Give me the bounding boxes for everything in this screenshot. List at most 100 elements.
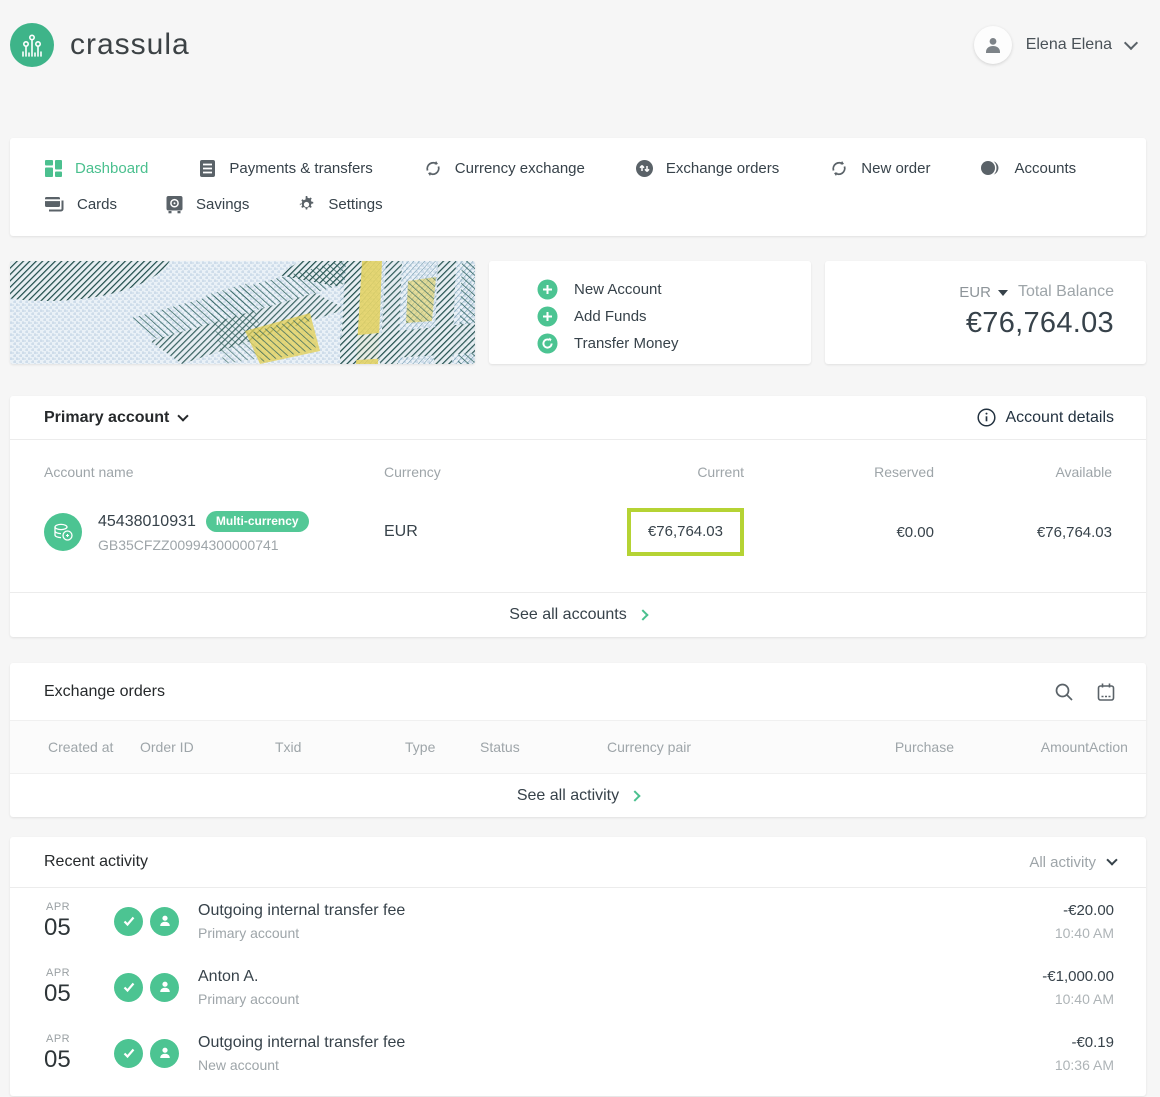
column-currency-pair: Currency pair (607, 739, 692, 755)
total-balance-card: EUR Total Balance €76,764.03 (825, 261, 1146, 364)
available-balance: €76,764.03 (1036, 523, 1112, 541)
activity-amount: -€0.19 (1071, 1033, 1114, 1051)
dashboard-page: crassula Elena Elena Dashboard Payments … (0, 0, 1160, 1096)
activity-title: Outgoing internal transfer fee (198, 1033, 406, 1051)
info-icon (977, 408, 997, 427)
transfer-money-button[interactable]: Transfer Money (537, 331, 811, 356)
nav-label: Dashboard (75, 159, 149, 177)
person-icon (150, 906, 179, 936)
person-icon (150, 972, 179, 1002)
activity-filter-dropdown[interactable]: All activity (1029, 854, 1118, 871)
nav-item-accounts[interactable]: Accounts (980, 159, 1076, 177)
nav-label: New order (861, 159, 931, 177)
action-label: Add Funds (574, 308, 647, 325)
action-label: New Account (574, 281, 662, 298)
top-header: crassula Elena Elena (0, 0, 1160, 76)
nav-label: Accounts (1014, 159, 1077, 177)
nav-label: Savings (196, 195, 250, 213)
activity-date: APR 05 (44, 902, 114, 940)
activity-time: 10:36 AM (1054, 1056, 1114, 1073)
nav-item-cards[interactable]: Cards (44, 196, 117, 213)
nav-item-settings[interactable]: Settings (297, 195, 383, 214)
see-all-accounts-link[interactable]: See all accounts (10, 592, 1146, 637)
exchange-orders-column-headers: Created at Order ID Txid Type Status Cur… (10, 720, 1146, 774)
brand-wordmark: crassula (70, 28, 190, 61)
column-type: Type (405, 739, 436, 755)
nav-item-currency-exchange[interactable]: Currency exchange (423, 159, 585, 178)
activity-row[interactable]: APR 05 Outgoing internal transfer fee Ne… (10, 1020, 1146, 1086)
exchange-orders-card: Exchange orders Created at Order ID Txid… (10, 663, 1146, 817)
calendar-icon[interactable] (1096, 682, 1116, 702)
activity-amount: -€20.00 (1063, 901, 1114, 919)
new-account-button[interactable]: New Account (537, 277, 811, 302)
column-txid: Txid (275, 739, 302, 755)
cards-icon (44, 196, 65, 213)
account-selector[interactable]: Primary account (44, 409, 190, 427)
add-funds-button[interactable]: Add Funds (537, 304, 811, 329)
nav-item-payments-transfers[interactable]: Payments & transfers (198, 159, 373, 178)
activity-day: 05 (44, 1046, 71, 1073)
column-action: Action (1089, 739, 1128, 755)
summary-row: New Account Add Funds Transfer Money EUR… (10, 261, 1146, 364)
plus-circle-icon (537, 306, 558, 327)
activity-month: APR (46, 1033, 71, 1045)
banknote-banner-image (10, 261, 475, 364)
brand-logo[interactable]: crassula (10, 23, 190, 67)
accounts-circles-icon (980, 159, 1002, 177)
nav-label: Settings (328, 195, 383, 213)
activity-month: APR (46, 901, 71, 913)
see-all-activity-label: See all activity (516, 786, 620, 804)
account-currency: EUR (384, 523, 418, 540)
chevron-right-icon (629, 789, 641, 802)
activity-time: 10:40 AM (1054, 924, 1114, 941)
activity-amount: -€1,000.00 (1042, 967, 1114, 985)
nav-item-savings[interactable]: Savings (165, 195, 249, 214)
column-header-current: Current (697, 464, 744, 480)
transfer-circle-icon (537, 333, 558, 354)
account-row[interactable]: 45438010931 Multi-currency GB35CFZZ00994… (44, 508, 1112, 556)
nav-row-1: Dashboard Payments & transfers Currency … (44, 150, 1112, 186)
user-menu[interactable]: Elena Elena (973, 26, 1139, 64)
activity-title: Anton A. (198, 967, 259, 985)
current-balance-highlight: €76,764.03 (626, 508, 744, 556)
exchange-orders-title: Exchange orders (44, 682, 165, 700)
status-check-icon (114, 972, 143, 1002)
plus-circle-icon (537, 279, 558, 300)
column-header-account-name: Account name (44, 464, 134, 480)
safe-icon (165, 195, 184, 214)
recent-activity-card: Recent activity All activity APR 05 Outg… (10, 837, 1146, 1096)
triangle-down-icon (997, 290, 1008, 296)
activity-subtitle: Primary account (198, 990, 300, 1007)
account-details-label: Account details (1005, 408, 1114, 426)
payments-list-icon (198, 159, 217, 178)
column-header-reserved: Reserved (874, 464, 934, 480)
account-number: 45438010931 (98, 512, 196, 530)
nav-item-dashboard[interactable]: Dashboard (44, 159, 148, 178)
activity-subtitle: New account (198, 1056, 279, 1073)
search-icon[interactable] (1054, 682, 1074, 702)
status-check-icon (114, 1038, 143, 1068)
activity-row[interactable]: APR 05 Outgoing internal transfer fee Pr… (10, 888, 1146, 954)
nav-label: Cards (77, 195, 118, 213)
nav-item-new-order[interactable]: New order (829, 159, 930, 178)
status-check-icon (114, 906, 143, 936)
dashboard-grid-icon (44, 159, 63, 178)
activity-month: APR (46, 967, 71, 979)
activity-row[interactable]: APR 05 Anton A. Primary account -€1,000.… (10, 954, 1146, 1020)
currency-selector[interactable]: EUR (959, 284, 1008, 301)
quick-actions-card: New Account Add Funds Transfer Money (489, 261, 811, 364)
nav-row-2: Cards Savings Settings (44, 186, 1112, 222)
nav-label: Payments & transfers (229, 159, 373, 177)
activity-date: APR 05 (44, 1034, 114, 1072)
account-details-button[interactable]: Account details (977, 408, 1114, 427)
column-header-currency: Currency (384, 464, 441, 480)
see-all-activity-link[interactable]: See all activity (10, 774, 1146, 817)
current-balance: €76,764.03 (647, 523, 723, 540)
activity-date: APR 05 (44, 968, 114, 1006)
column-purchase: Purchase (894, 739, 954, 755)
action-label: Transfer Money (574, 335, 679, 352)
account-iban: GB35CFZZ00994300000741 (98, 537, 279, 553)
currency-code: EUR (959, 283, 991, 301)
nav-item-exchange-orders[interactable]: Exchange orders (635, 159, 779, 178)
crassula-logo-icon (10, 23, 54, 67)
